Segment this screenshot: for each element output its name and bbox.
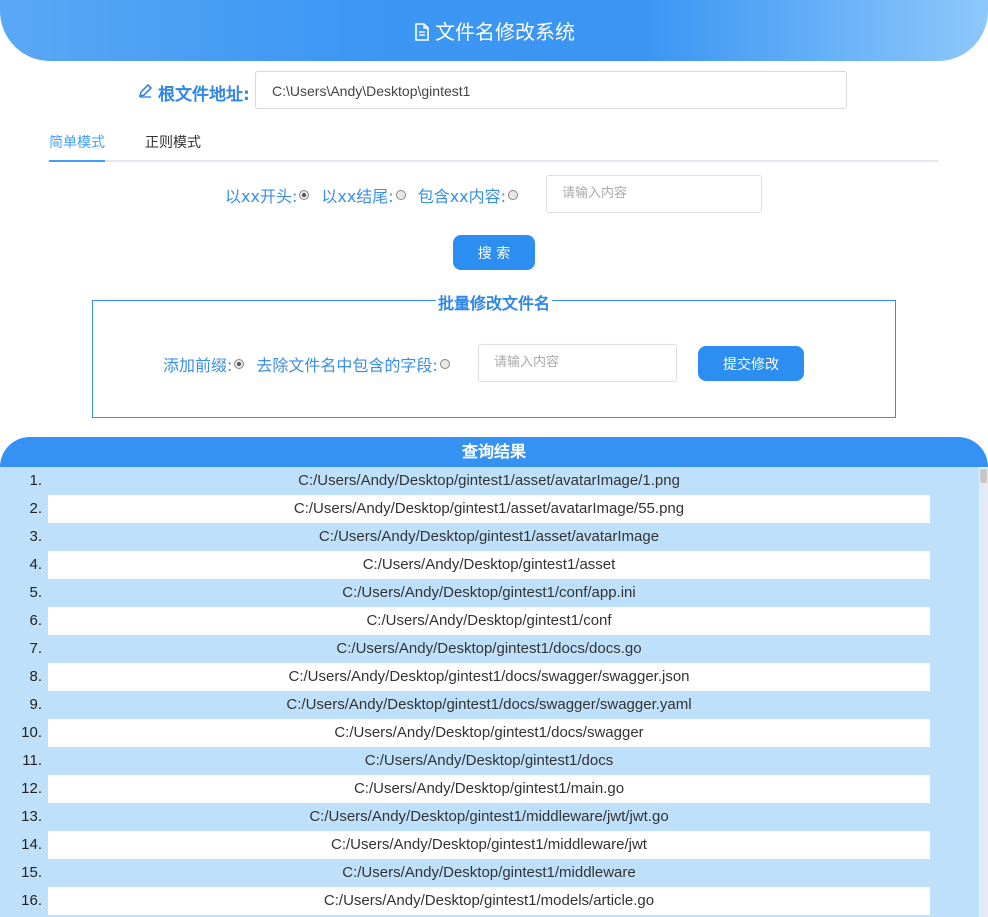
radio-starts-with[interactable] xyxy=(299,190,310,200)
result-path[interactable]: C:/Users/Andy/Desktop/gintest1/asset xyxy=(48,551,930,579)
result-index: 9. xyxy=(29,696,42,713)
result-row: 8. C:/Users/Andy/Desktop/gintest1/docs/sw… xyxy=(0,663,988,691)
results-title: 查询结果 xyxy=(0,437,988,467)
result-index: 6. xyxy=(29,612,42,629)
result-path[interactable]: C:/Users/Andy/Desktop/gintest1/asset/ava… xyxy=(48,467,930,495)
result-path[interactable]: C:/Users/Andy/Desktop/gintest1/docs/swag… xyxy=(48,719,930,747)
result-index: 8. xyxy=(29,668,42,685)
result-row: 6. C:/Users/Andy/Desktop/gintest1/conf xyxy=(0,607,988,635)
root-path-label: 根文件地址: xyxy=(138,80,250,105)
scrollbar-thumb[interactable] xyxy=(980,469,987,483)
radio-remove-substring[interactable] xyxy=(439,359,450,369)
result-row: 14. C:/Users/Andy/Desktop/gintest1/middle… xyxy=(0,831,988,859)
radio-ends-with[interactable] xyxy=(395,190,406,200)
result-row: 4. C:/Users/Andy/Desktop/gintest1/asset xyxy=(0,551,988,579)
batch-input[interactable]: 请输入内容 xyxy=(478,344,677,382)
result-index: 16. xyxy=(21,892,42,909)
result-index: 5. xyxy=(29,584,42,601)
mode-tabs: 简单模式 正则模式 xyxy=(49,122,938,162)
radio-add-prefix[interactable] xyxy=(234,359,245,369)
option-contains[interactable]: 包含xx内容: xyxy=(418,183,519,207)
result-path[interactable]: C:/Users/Andy/Desktop/gintest1/docs xyxy=(48,747,930,775)
result-index: 15. xyxy=(21,864,42,881)
option-starts-with[interactable]: 以xx开头: xyxy=(225,183,310,207)
result-index: 14. xyxy=(21,836,42,853)
result-index: 13. xyxy=(21,808,42,825)
result-path[interactable]: C:/Users/Andy/Desktop/gintest1/main.go xyxy=(48,775,930,803)
result-row: 7. C:/Users/Andy/Desktop/gintest1/docs/do… xyxy=(0,635,988,663)
result-row: 10. C:/Users/Andy/Desktop/gintest1/docs/s… xyxy=(0,719,988,747)
search-input[interactable]: 请输入内容 xyxy=(546,175,762,213)
result-row: 9. C:/Users/Andy/Desktop/gintest1/docs/sw… xyxy=(0,691,988,719)
result-index: 4. xyxy=(29,556,42,573)
result-index: 1. xyxy=(29,472,42,489)
result-row: 1. C:/Users/Andy/Desktop/gintest1/asset/a… xyxy=(0,467,988,495)
radio-contains[interactable] xyxy=(508,190,519,200)
result-index: 12. xyxy=(21,780,42,797)
result-path[interactable]: C:/Users/Andy/Desktop/gintest1/middlewar… xyxy=(48,803,930,831)
result-row: 2. C:/Users/Andy/Desktop/gintest1/asset/a… xyxy=(0,495,988,523)
result-row: 11. C:/Users/Andy/Desktop/gintest1/docs xyxy=(0,747,988,775)
pencil-icon xyxy=(138,83,158,103)
result-row: 3. C:/Users/Andy/Desktop/gintest1/asset/a… xyxy=(0,523,988,551)
option-ends-with[interactable]: 以xx结尾: xyxy=(321,183,406,207)
tab-simple-mode[interactable]: 简单模式 xyxy=(49,132,105,152)
result-index: 3. xyxy=(29,528,42,545)
submit-rename-button[interactable]: 提交修改 xyxy=(698,346,804,381)
result-path[interactable]: C:/Users/Andy/Desktop/gintest1/docs/swag… xyxy=(48,691,930,719)
option-remove-substring[interactable]: 去除文件名中包含的字段: xyxy=(256,352,450,376)
result-path[interactable]: C:/Users/Andy/Desktop/gintest1/conf xyxy=(48,607,930,635)
search-button[interactable]: 搜 索 xyxy=(453,235,535,270)
batch-rename-title: 批量修改文件名 xyxy=(435,290,553,314)
result-path[interactable]: C:/Users/Andy/Desktop/gintest1/asset/ava… xyxy=(48,523,930,551)
result-row: 12. C:/Users/Andy/Desktop/gintest1/main.g… xyxy=(0,775,988,803)
results-list: 1. C:/Users/Andy/Desktop/gintest1/asset/a… xyxy=(0,467,988,917)
result-path[interactable]: C:/Users/Andy/Desktop/gintest1/models/ar… xyxy=(48,887,930,915)
document-icon xyxy=(413,22,431,41)
result-row: 5. C:/Users/Andy/Desktop/gintest1/conf/ap… xyxy=(0,579,988,607)
results-scrollbar[interactable] xyxy=(979,467,988,917)
result-row: 15. C:/Users/Andy/Desktop/gintest1/middle… xyxy=(0,859,988,887)
result-path[interactable]: C:/Users/Andy/Desktop/gintest1/asset/ava… xyxy=(48,495,930,523)
root-path-input[interactable]: C:\Users\Andy\Desktop\gintest1 xyxy=(255,71,847,109)
result-path[interactable]: C:/Users/Andy/Desktop/gintest1/middlewar… xyxy=(48,859,930,887)
app-title: 文件名修改系统 xyxy=(435,20,575,44)
result-row: 16. C:/Users/Andy/Desktop/gintest1/models… xyxy=(0,887,988,915)
result-index: 10. xyxy=(21,724,42,741)
result-index: 11. xyxy=(22,752,42,769)
search-options: 以xx开头: 以xx结尾: 包含xx内容: xyxy=(225,176,530,214)
result-path[interactable]: C:/Users/Andy/Desktop/gintest1/conf/app.… xyxy=(48,579,930,607)
batch-options: 添加前缀: 去除文件名中包含的字段: xyxy=(163,345,462,383)
option-add-prefix[interactable]: 添加前缀: xyxy=(163,352,245,376)
tab-regex-mode[interactable]: 正则模式 xyxy=(145,132,201,152)
result-path[interactable]: C:/Users/Andy/Desktop/gintest1/middlewar… xyxy=(48,831,930,859)
root-path-row: 根文件地址: C:\Users\Andy\Desktop\gintest1 xyxy=(0,71,988,111)
app-header: 文件名修改系统 xyxy=(0,0,988,61)
result-path[interactable]: C:/Users/Andy/Desktop/gintest1/docs/docs… xyxy=(48,635,930,663)
active-tab-indicator xyxy=(49,160,105,162)
result-index: 2. xyxy=(29,500,42,517)
result-index: 7. xyxy=(29,640,42,657)
result-path[interactable]: C:/Users/Andy/Desktop/gintest1/docs/swag… xyxy=(48,663,930,691)
result-row: 13. C:/Users/Andy/Desktop/gintest1/middle… xyxy=(0,803,988,831)
